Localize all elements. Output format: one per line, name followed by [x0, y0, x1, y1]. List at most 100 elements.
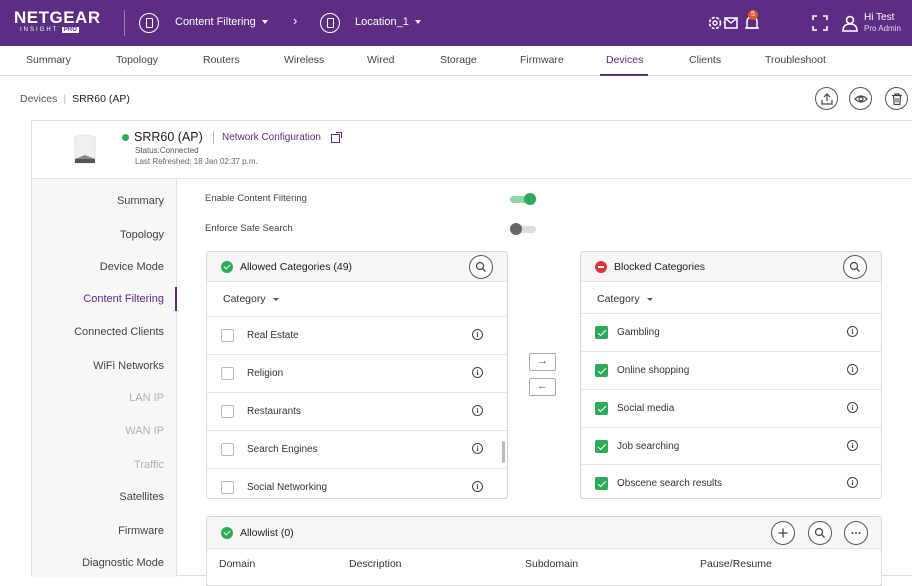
allowlist-header: Allowlist (0) [207, 517, 881, 549]
location-dropdown[interactable]: Location_1 [355, 16, 421, 28]
list-item[interactable]: Social media i [581, 389, 881, 427]
sidebar-item-connected-clients[interactable]: Connected Clients [74, 326, 164, 338]
info-icon[interactable]: i [847, 440, 858, 451]
list-item[interactable]: Social Networking i [207, 468, 507, 498]
column-domain: Domain [219, 558, 256, 570]
blocked-icon [595, 261, 607, 273]
last-refreshed: Last Refreshed: 18 Jan 02:37 p.m. [135, 157, 258, 166]
tab-clients[interactable]: Clients [689, 54, 721, 66]
sidebar-item-wifi-networks[interactable]: WiFi Networks [93, 360, 164, 372]
tab-troubleshoot[interactable]: Troubleshoot [765, 54, 826, 66]
category-label: Social Networking [247, 482, 328, 493]
allowed-category-dropdown[interactable]: Category [223, 293, 279, 305]
message-icon[interactable] [720, 12, 742, 34]
trash-icon[interactable] [885, 87, 908, 110]
column-description: Description [349, 558, 402, 570]
checkbox-checked[interactable] [595, 364, 608, 377]
sidebar-item-summary[interactable]: Summary [117, 195, 164, 207]
fullscreen-icon[interactable] [809, 12, 831, 34]
eye-icon[interactable] [849, 87, 872, 110]
plus-icon[interactable] [771, 521, 795, 545]
divider [213, 131, 214, 144]
checkbox[interactable] [221, 367, 234, 380]
info-icon[interactable]: i [847, 477, 858, 488]
sidebar-item-traffic[interactable]: Traffic [134, 459, 164, 471]
enable-content-filtering-label: Enable Content Filtering [205, 193, 307, 204]
checkbox[interactable] [221, 329, 234, 342]
sidebar-item-device-mode[interactable]: Device Mode [100, 261, 164, 273]
list-item[interactable]: Obscene search results i [581, 464, 881, 498]
checkbox-checked[interactable] [595, 326, 608, 339]
checkbox[interactable] [221, 405, 234, 418]
list-item[interactable]: Job searching i [581, 427, 881, 465]
breadcrumb-devices[interactable]: Devices [20, 93, 57, 105]
info-icon[interactable]: i [847, 402, 858, 413]
router-image [74, 134, 96, 164]
checkbox-checked[interactable] [595, 477, 608, 490]
sidebar-item-topology[interactable]: Topology [120, 229, 164, 241]
sidebar-item-content-filtering[interactable]: Content Filtering [83, 293, 164, 305]
list-item[interactable]: Online shopping i [581, 351, 881, 389]
tab-summary[interactable]: Summary [26, 54, 71, 66]
search-icon[interactable] [843, 255, 867, 279]
list-item[interactable]: Religion i [207, 354, 507, 392]
list-item[interactable]: Gambling i [581, 313, 881, 351]
sidebar-item-diagnostic-mode[interactable]: Diagnostic Mode [82, 557, 164, 569]
info-icon[interactable]: i [472, 329, 483, 340]
checkbox[interactable] [221, 443, 234, 456]
enforce-safe-search-toggle[interactable] [510, 223, 536, 235]
tab-devices[interactable]: Devices [606, 54, 643, 66]
external-link-icon[interactable] [331, 132, 342, 143]
checkbox-checked[interactable] [595, 402, 608, 415]
tab-storage[interactable]: Storage [440, 54, 477, 66]
category-label: Social media [617, 403, 675, 414]
device-status: Status:Connected [135, 146, 199, 155]
info-icon[interactable]: i [472, 443, 483, 454]
tab-routers[interactable]: Routers [203, 54, 240, 66]
user-icon[interactable] [839, 12, 861, 34]
netgear-insight-logo[interactable]: NETGEAR INSIGHT PRO [14, 9, 106, 37]
network-configuration-link[interactable]: Network Configuration [222, 132, 321, 143]
blocked-category-label: Category [597, 293, 640, 305]
allowed-categories-panel: Allowed Categories (49) Category Real Es… [206, 251, 508, 499]
info-icon[interactable]: i [472, 367, 483, 378]
content-filtering-dropdown[interactable]: Content Filtering [175, 16, 268, 28]
info-icon[interactable]: i [472, 481, 483, 492]
checkbox-checked[interactable] [595, 440, 608, 453]
category-label: Job searching [617, 441, 680, 452]
upload-icon[interactable] [815, 87, 838, 110]
notification-badge: 5 [748, 10, 758, 20]
search-icon[interactable] [808, 521, 832, 545]
scrollbar[interactable] [502, 441, 505, 463]
logo-sub: INSIGHT [20, 27, 59, 33]
move-left-button[interactable]: ← [529, 378, 556, 396]
info-icon[interactable]: i [472, 405, 483, 416]
more-icon[interactable] [844, 521, 868, 545]
list-item[interactable]: Search Engines i [207, 430, 507, 468]
list-item[interactable]: Restaurants i [207, 392, 507, 430]
info-icon[interactable]: i [847, 326, 858, 337]
logo-text: NETGEAR [14, 8, 101, 27]
sidebar-item-firmware[interactable]: Firmware [118, 525, 164, 537]
tab-wired[interactable]: Wired [367, 54, 394, 66]
sidebar-item-wan-ip[interactable]: WAN IP [125, 425, 164, 437]
allowed-panel-header: Allowed Categories (49) [207, 252, 507, 282]
checkbox[interactable] [221, 481, 234, 494]
blocked-category-dropdown[interactable]: Category [597, 293, 653, 305]
search-icon[interactable] [469, 255, 493, 279]
sidebar-item-satellites[interactable]: Satellites [119, 491, 164, 503]
move-right-button[interactable]: → [529, 353, 556, 371]
tab-topology[interactable]: Topology [116, 54, 158, 66]
sidebar-item-lan-ip[interactable]: LAN IP [129, 392, 164, 404]
category-label: Obscene search results [617, 478, 723, 489]
user-role: Pro Admin [864, 24, 901, 33]
user-name[interactable]: Hi Test [864, 12, 894, 23]
tab-firmware[interactable]: Firmware [520, 54, 564, 66]
location-icon [320, 13, 340, 33]
logo-badge: PRO [61, 27, 79, 33]
list-item[interactable]: Real Estate i [207, 316, 507, 354]
blocked-panel-header: Blocked Categories [581, 252, 881, 282]
info-icon[interactable]: i [847, 364, 858, 375]
tab-wireless[interactable]: Wireless [284, 54, 324, 66]
enable-content-filtering-toggle[interactable] [510, 193, 536, 205]
